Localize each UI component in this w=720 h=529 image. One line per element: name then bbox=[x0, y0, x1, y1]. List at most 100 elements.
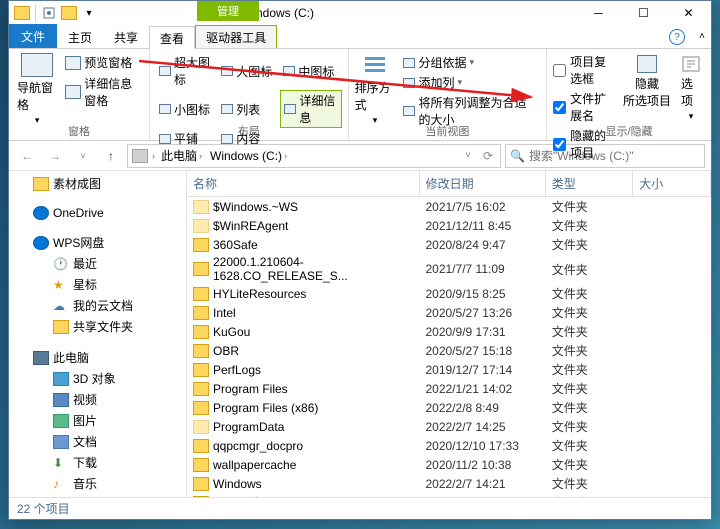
folder-icon[interactable] bbox=[13, 4, 31, 22]
tree-recent[interactable]: 🕐最近 bbox=[9, 253, 186, 274]
col-date[interactable]: 修改日期 bbox=[420, 171, 546, 196]
file-date: 2020/9/15 8:25 bbox=[419, 287, 545, 301]
file-row[interactable]: Program Files2022/1/21 14:02文件夹 bbox=[187, 379, 711, 398]
tab-drive-tools[interactable]: 驱动器工具 bbox=[195, 25, 277, 48]
file-date: 2021/7/7 11:09 bbox=[419, 262, 545, 276]
hide-selected-button[interactable]: 隐藏 所选项目 bbox=[619, 53, 675, 161]
tab-view[interactable]: 查看 bbox=[149, 26, 195, 49]
group-by-button[interactable]: 分组依据▾ bbox=[401, 53, 540, 72]
up-button[interactable]: ↑ bbox=[99, 144, 123, 168]
file-name: PerfLogs bbox=[213, 363, 261, 377]
col-size[interactable]: 大小 bbox=[633, 171, 711, 196]
item-checkboxes-toggle[interactable]: 项目复选框 bbox=[553, 53, 617, 87]
file-type: 文件夹 bbox=[546, 456, 634, 473]
maximize-button[interactable]: ☐ bbox=[621, 1, 666, 25]
sort-by-button[interactable]: 排序方式 ▾ bbox=[355, 53, 396, 129]
file-type: 文件夹 bbox=[546, 261, 634, 278]
file-icon bbox=[193, 306, 209, 320]
file-list[interactable]: 名称 修改日期 类型 大小 $Windows.~WS2021/7/5 16:02… bbox=[187, 171, 711, 497]
file-name: Windows bbox=[213, 477, 262, 491]
file-extensions-toggle[interactable]: 文件扩展名 bbox=[553, 90, 617, 124]
tree-cloud[interactable]: ☁我的云文档 bbox=[9, 295, 186, 316]
navigation-pane-button[interactable]: 导航窗格 ▾ bbox=[15, 51, 59, 128]
file-name: 22000.1.210604-1628.CO_RELEASE_S... bbox=[213, 255, 419, 283]
file-row[interactable]: ProgramData2022/2/7 14:25文件夹 bbox=[187, 417, 711, 436]
file-row[interactable]: Program Files (x86)2022/2/8 8:49文件夹 bbox=[187, 398, 711, 417]
addr-dropdown-icon[interactable]: ˅ bbox=[460, 144, 476, 168]
file-row[interactable]: Windows2022/2/7 14:21文件夹 bbox=[187, 474, 711, 493]
file-row[interactable]: OBR2020/5/27 15:18文件夹 bbox=[187, 341, 711, 360]
add-columns-button[interactable]: 添加列▾ bbox=[401, 73, 540, 92]
file-date: 2020/5/27 15:18 bbox=[419, 344, 545, 358]
tree-documents[interactable]: 文档 bbox=[9, 431, 186, 452]
recent-locations-button[interactable]: ˅ bbox=[71, 144, 95, 168]
file-type: 文件夹 bbox=[546, 198, 634, 215]
back-button[interactable]: ← bbox=[15, 144, 39, 168]
file-name: OBR bbox=[213, 344, 239, 358]
properties-icon[interactable] bbox=[40, 4, 58, 22]
tree-music[interactable]: ♪音乐 bbox=[9, 473, 186, 494]
tree-videos[interactable]: 视频 bbox=[9, 389, 186, 410]
file-icon bbox=[193, 344, 209, 358]
navigation-tree[interactable]: 素材成图 OneDrive WPS网盘 🕐最近 ★星标 ☁我的云文档 共享文件夹… bbox=[9, 171, 187, 497]
file-row[interactable]: 360Safe2020/8/24 9:47文件夹 bbox=[187, 235, 711, 254]
minimize-button[interactable]: ─ bbox=[576, 1, 621, 25]
new-folder-icon[interactable] bbox=[60, 4, 78, 22]
explorer-window: ▾ 管理 Windows (C:) ─ ☐ ✕ 文件 主页 共享 查看 驱动器工… bbox=[8, 0, 712, 520]
file-row[interactable]: PerfLogs2019/12/7 17:14文件夹 bbox=[187, 360, 711, 379]
tree-onedrive[interactable]: OneDrive bbox=[9, 204, 186, 222]
tree-downloads[interactable]: ⬇下载 bbox=[9, 452, 186, 473]
titlebar: ▾ 管理 Windows (C:) ─ ☐ ✕ bbox=[9, 1, 711, 25]
layout-medium[interactable]: 中图标 bbox=[280, 53, 341, 89]
qat-dropdown-icon[interactable]: ▾ bbox=[80, 4, 98, 22]
file-row[interactable]: $WinREAgent2021/12/11 8:45文件夹 bbox=[187, 216, 711, 235]
tab-share[interactable]: 共享 bbox=[103, 25, 149, 48]
file-row[interactable]: HYLiteResources2020/9/15 8:25文件夹 bbox=[187, 284, 711, 303]
file-icon bbox=[193, 219, 209, 233]
file-row[interactable]: KuGou2020/9/9 17:31文件夹 bbox=[187, 322, 711, 341]
col-type[interactable]: 类型 bbox=[546, 171, 633, 196]
refresh-button[interactable]: ⟳ bbox=[480, 144, 496, 168]
layout-extra-large[interactable]: 超大图标 bbox=[156, 53, 217, 89]
breadcrumb-drive[interactable]: Windows (C:) › bbox=[208, 149, 289, 163]
file-name: Program Files (x86) bbox=[213, 401, 318, 415]
tab-file[interactable]: 文件 bbox=[9, 24, 57, 48]
close-button[interactable]: ✕ bbox=[666, 1, 711, 25]
file-date: 2021/12/11 8:45 bbox=[419, 219, 545, 233]
file-row[interactable]: qqpcmgr_docpro2020/12/10 17:33文件夹 bbox=[187, 436, 711, 455]
ribbon: 导航窗格 ▾ 预览窗格 详细信息窗格 窗格 超大图标 大图标 中图标 小图标 列… bbox=[9, 49, 711, 141]
file-row[interactable]: wallpapercache2020/11/2 10:38文件夹 bbox=[187, 455, 711, 474]
tree-material[interactable]: 素材成图 bbox=[9, 173, 186, 194]
tree-share[interactable]: 共享文件夹 bbox=[9, 316, 186, 337]
file-name: Program Files bbox=[213, 382, 288, 396]
preview-pane-button[interactable]: 预览窗格 bbox=[63, 53, 143, 72]
file-icon bbox=[193, 262, 209, 276]
tree-pictures[interactable]: 图片 bbox=[9, 410, 186, 431]
breadcrumb-pc[interactable]: 此电脑 › bbox=[159, 147, 204, 164]
forward-button[interactable]: → bbox=[43, 144, 67, 168]
manage-context-label: 管理 bbox=[197, 1, 259, 21]
file-row[interactable]: Intel2020/5/27 13:26文件夹 bbox=[187, 303, 711, 322]
details-pane-button[interactable]: 详细信息窗格 bbox=[63, 74, 143, 110]
file-type: 文件夹 bbox=[546, 323, 634, 340]
tree-wps[interactable]: WPS网盘 bbox=[9, 232, 186, 253]
ribbon-group-current-view: 排序方式 ▾ 分组依据▾ 添加列▾ 将所有列调整为合适的大小 当前视图 bbox=[349, 49, 548, 140]
tree-3d-objects[interactable]: 3D 对象 bbox=[9, 368, 186, 389]
file-date: 2020/5/27 13:26 bbox=[419, 306, 545, 320]
tree-star[interactable]: ★星标 bbox=[9, 274, 186, 295]
file-type: 文件夹 bbox=[546, 418, 634, 435]
item-count: 22 个项目 bbox=[17, 500, 70, 517]
file-row[interactable]: $Windows.~WS2021/7/5 16:02文件夹 bbox=[187, 197, 711, 216]
help-icon[interactable]: ? bbox=[669, 29, 685, 45]
tab-home[interactable]: 主页 bbox=[57, 25, 103, 48]
layout-large[interactable]: 大图标 bbox=[218, 53, 279, 89]
tree-this-pc[interactable]: 此电脑 bbox=[9, 347, 186, 368]
file-date: 2021/7/5 16:02 bbox=[419, 200, 545, 214]
file-name: $WinREAgent bbox=[213, 219, 288, 233]
ribbon-group-layout: 超大图标 大图标 中图标 小图标 列表 详细信息 平铺 内容 布局 bbox=[150, 49, 349, 140]
col-name[interactable]: 名称 bbox=[187, 171, 420, 196]
file-icon bbox=[193, 325, 209, 339]
options-button[interactable]: 选项 ▾ bbox=[677, 53, 705, 161]
file-row[interactable]: 22000.1.210604-1628.CO_RELEASE_S...2021/… bbox=[187, 254, 711, 284]
collapse-ribbon-icon[interactable]: ˄ bbox=[699, 31, 705, 42]
